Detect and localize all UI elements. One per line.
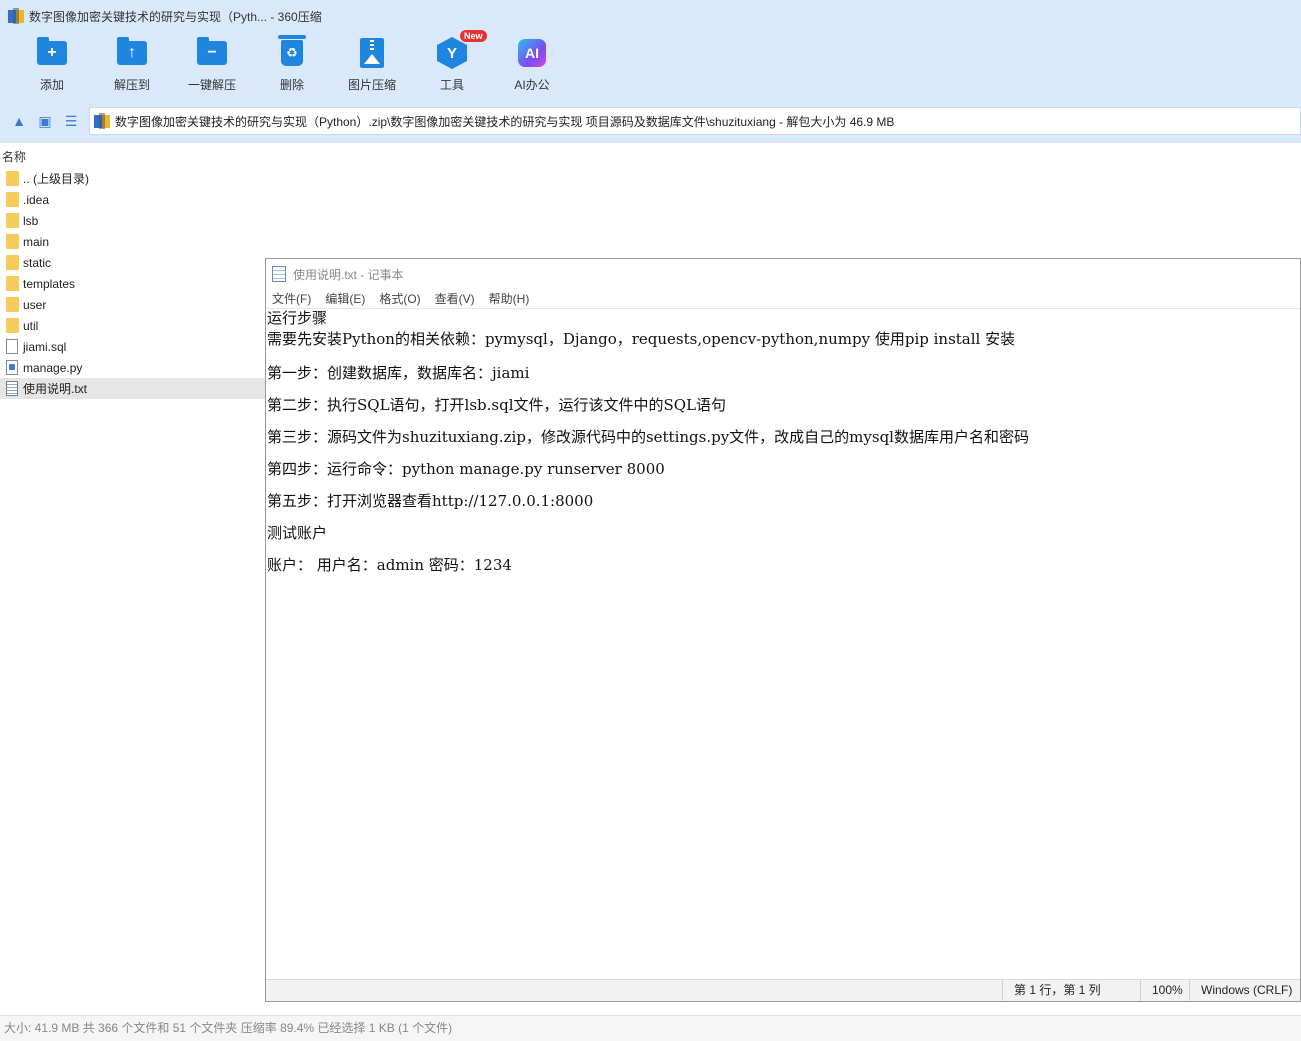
file-name: user [23,297,47,312]
app-logo-icon [8,8,24,24]
image-compress-label: 图片压缩 [347,78,396,92]
archive-icon [94,113,110,129]
list-item[interactable]: lsb [0,210,265,231]
list-item[interactable]: static [0,252,265,273]
up-arrow-icon[interactable]: ▲ [6,108,32,134]
list-item[interactable]: user [0,294,265,315]
notepad-title-bar: 使用说明.txt - 记事本 [266,259,1300,289]
folder-icon [6,171,19,186]
column-header-name[interactable]: 名称 [2,148,26,165]
extract-to-button[interactable]: ↑ 解压到 [92,36,172,98]
python-file-icon [6,360,18,375]
folder-icon [6,297,19,312]
file-name: main [23,234,50,249]
thumbnail-view-icon[interactable]: ▣ [32,108,58,134]
one-click-extract-label: 一键解压 [187,78,236,92]
one-click-extract-icon: − [195,36,229,70]
status-bar: 大小: 41.9 MB 共 366 个文件和 51 个文件夹 压缩率 89.4%… [0,1015,1301,1041]
list-item[interactable]: main [0,231,265,252]
text-line: 测试账户 [267,524,328,542]
ai-office-button[interactable]: AI AI办公 [492,36,572,98]
add-folder-icon: + [35,36,69,70]
notepad-text-area[interactable]: 运行步骤 需要先安装Python的相关依赖：pymysql，Django，req… [266,309,1300,979]
ai-office-label: AI办公 [514,78,550,92]
file-name: jiami.sql [23,339,67,354]
address-path: 数字图像加密关键技术的研究与实现（Python）.zip\数字图像加密关键技术的… [115,114,895,129]
file-name: lsb [23,213,39,228]
line-ending: Windows (CRLF) [1189,980,1292,1001]
menu-edit[interactable]: 编辑(E) [325,290,365,307]
notepad-icon [272,266,286,282]
menu-file[interactable]: 文件(F) [272,290,311,307]
file-name: 使用说明.txt [23,382,88,396]
folder-icon [6,318,19,333]
toolbar: + 添加 ↑ 解压到 − 一键解压 ♻ 删除 图片压缩 Y New 工具 AI … [12,30,572,98]
image-compress-button[interactable]: 图片压缩 [332,36,412,98]
image-compress-icon [355,36,389,70]
file-name: static [23,255,52,270]
list-item[interactable]: .idea [0,189,265,210]
file-name: manage.py [23,360,83,375]
list-item[interactable]: jiami.sql [0,336,265,357]
text-line: 运行步骤 [267,309,328,327]
notepad-title: 使用说明.txt - 记事本 [293,267,404,282]
cursor-position: 第 1 行，第 1 列 [1002,980,1101,1001]
file-name: util [23,318,39,333]
delete-button[interactable]: ♻ 删除 [252,35,332,98]
address-field[interactable]: 数字图像加密关键技术的研究与实现（Python）.zip\数字图像加密关键技术的… [89,107,1301,135]
folder-icon [6,234,19,249]
text-line: 第四步：运行命令：python manage.py runserver 8000 [267,460,665,478]
zoom-level: 100% [1140,980,1183,1001]
text-line: 需要先安装Python的相关依赖：pymysql，Django，requests… [267,330,1016,348]
new-badge: New [460,30,487,42]
delete-trash-icon: ♻ [275,35,309,70]
file-name: templates [23,276,76,291]
file-name: .. (上级目录) [23,172,89,186]
header-area: 数字图像加密关键技术的研究与实现（Pyth... - 360压缩 + 添加 ↑ … [0,0,1301,143]
text-line: 第三步：源码文件为shuzituxiang.zip，修改源代码中的setting… [267,428,1029,446]
file-icon [6,339,18,354]
notepad-menu-bar: 文件(F) 编辑(E) 格式(O) 查看(V) 帮助(H) [266,289,1300,309]
folder-icon [6,276,19,291]
notepad-status-bar: 第 1 行，第 1 列 100% Windows (CRLF) [266,979,1300,1001]
file-name: .idea [23,192,50,207]
menu-view[interactable]: 查看(V) [435,290,475,307]
tools-button[interactable]: Y New 工具 [412,30,492,98]
text-line: 第一步：创建数据库，数据库名：jiami [267,364,530,382]
extract-to-icon: ↑ [115,36,149,70]
ai-office-icon: AI [515,36,549,70]
folder-icon [6,192,19,207]
menu-format[interactable]: 格式(O) [379,290,420,307]
delete-label: 删除 [279,78,304,92]
window-title: 数字图像加密关键技术的研究与实现（Pyth... - 360压缩 [29,9,322,24]
text-line: 账户： 用户名：admin 密码：1234 [267,556,512,574]
notepad-window: 使用说明.txt - 记事本 文件(F) 编辑(E) 格式(O) 查看(V) 帮… [265,258,1301,1002]
text-line: 第五步：打开浏览器查看http://127.0.0.1:8000 [267,492,594,510]
list-item[interactable]: templates [0,273,265,294]
list-item[interactable]: util [0,315,265,336]
list-item[interactable]: manage.py [0,357,265,378]
text-file-icon [6,381,18,396]
add-label: 添加 [39,78,64,92]
folder-icon [6,255,19,270]
extract-to-label: 解压到 [113,78,150,92]
title-bar: 数字图像加密关键技术的研究与实现（Pyth... - 360压缩 [0,0,1301,32]
text-line: 第二步：执行SQL语句，打开lsb.sql文件，运行该文件中的SQL语句 [267,396,727,414]
add-button[interactable]: + 添加 [12,36,92,98]
one-click-extract-button[interactable]: − 一键解压 [172,36,252,98]
tools-label: 工具 [439,78,464,92]
list-item[interactable]: .. (上级目录) [0,168,265,189]
list-view-icon[interactable]: ☰ [58,108,84,134]
address-bar: ▲ ▣ ☰ 数字图像加密关键技术的研究与实现（Python）.zip\数字图像加… [0,106,1301,136]
list-item-selected[interactable]: 使用说明.txt [0,378,265,399]
menu-help[interactable]: 帮助(H) [489,290,530,307]
file-list: .. (上级目录) .idea lsb main static template… [0,168,265,399]
folder-icon [6,213,19,228]
